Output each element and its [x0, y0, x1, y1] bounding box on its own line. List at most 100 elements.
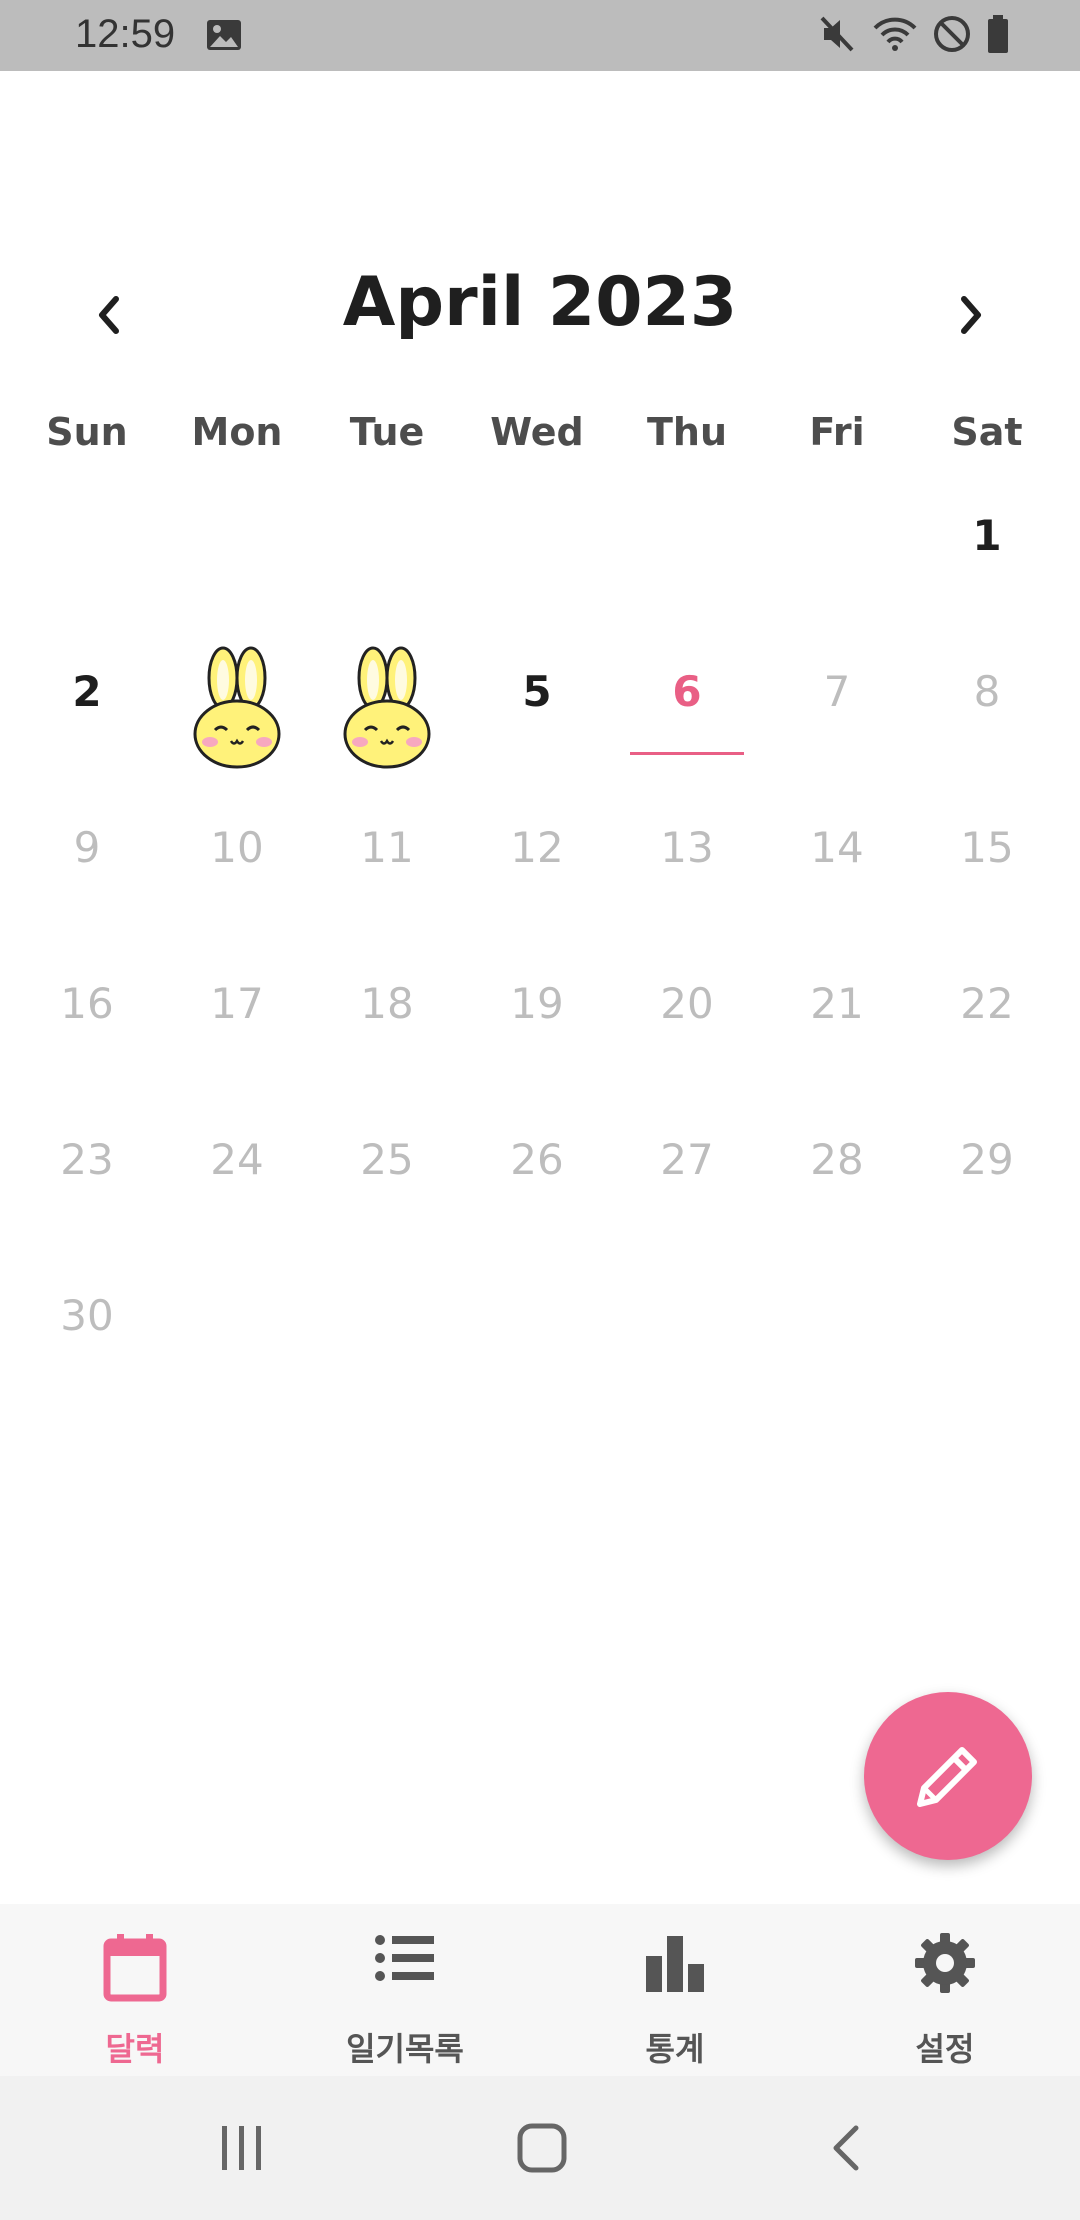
yellow-bunny-icon — [343, 646, 431, 769]
day-number: 1 — [972, 511, 1002, 560]
day-cell-30[interactable]: 30 — [12, 1250, 162, 1406]
day-number: 30 — [60, 1291, 114, 1340]
day-cell-17[interactable]: 17 — [162, 938, 312, 1094]
weekday-header: Sun Mon Tue Wed Thu Fri Sat — [0, 410, 1080, 470]
day-number: 6 — [672, 667, 702, 716]
calendar-grid: 1 2 5 6 7 8 9 10 11 12 13 14 15 16 17 18 19 20 21 22 23 24 25 2… — [0, 470, 1080, 1370]
day-number: 29 — [960, 1135, 1014, 1184]
day-number: 10 — [210, 823, 264, 872]
day-number: 22 — [960, 979, 1014, 1028]
tab-diary-list[interactable]: 일기목록 — [305, 1904, 505, 2076]
tab-stats-label: 통계 — [645, 2030, 705, 2068]
day-number: 18 — [360, 979, 414, 1028]
weekday-sun: Sun — [46, 410, 128, 454]
write-diary-button[interactable] — [864, 1692, 1032, 1860]
day-cell-3[interactable] — [162, 626, 312, 782]
tab-settings[interactable]: 설정 — [845, 1904, 1045, 2076]
day-cell-15[interactable]: 15 — [912, 782, 1062, 938]
day-number: 25 — [360, 1135, 414, 1184]
month-header: April 2023 — [0, 255, 1080, 365]
day-cell-10[interactable]: 10 — [162, 782, 312, 938]
day-number: 21 — [810, 979, 864, 1028]
day-number: 23 — [60, 1135, 114, 1184]
weekday-thu: Thu — [646, 410, 728, 454]
wifi-icon — [872, 14, 918, 58]
tab-settings-label: 설정 — [915, 2030, 975, 2068]
day-cell-5[interactable]: 5 — [462, 626, 612, 782]
bottom-nav: 달력 일기목록 통계 설정 — [0, 1904, 1080, 2076]
day-number: 27 — [660, 1135, 714, 1184]
day-cell-8[interactable]: 8 — [912, 626, 1062, 782]
day-cell-6[interactable]: 6 — [612, 626, 762, 782]
day-number: 14 — [810, 823, 864, 872]
day-number: 8 — [973, 667, 1001, 716]
yellow-bunny-icon — [193, 646, 281, 769]
pencil-icon — [917, 1747, 977, 1807]
day-number: 11 — [360, 823, 414, 872]
day-cell-26[interactable]: 26 — [462, 1094, 612, 1250]
weekday-tue: Tue — [349, 410, 425, 454]
status-bar: 12:59 — [0, 0, 1080, 71]
list-icon — [374, 1932, 436, 1988]
gear-icon — [914, 1932, 976, 1998]
day-number: 9 — [73, 823, 101, 872]
day-cell-11[interactable]: 11 — [312, 782, 462, 938]
tab-diary-list-label: 일기목록 — [346, 2030, 464, 2068]
month-title: April 2023 — [342, 263, 738, 342]
chevron-right-icon — [961, 296, 981, 334]
day-cell-13[interactable]: 13 — [612, 782, 762, 938]
weekday-wed: Wed — [490, 410, 584, 454]
next-month-button[interactable] — [942, 285, 1002, 345]
battery-icon — [986, 14, 1010, 58]
day-number: 12 — [510, 823, 564, 872]
day-cell-19[interactable]: 19 — [462, 938, 612, 1094]
day-number: 26 — [510, 1135, 564, 1184]
day-number: 13 — [660, 823, 714, 872]
bar-chart-icon — [644, 1932, 706, 1998]
tab-stats[interactable]: 통계 — [575, 1904, 775, 2076]
day-cell-24[interactable]: 24 — [162, 1094, 312, 1250]
status-time: 12:59 — [75, 12, 176, 56]
weekday-sat: Sat — [951, 410, 1023, 454]
day-number: 24 — [210, 1135, 264, 1184]
day-number: 28 — [810, 1135, 864, 1184]
day-cell-9[interactable]: 9 — [12, 782, 162, 938]
recent-apps-icon[interactable] — [218, 2120, 266, 2180]
day-number: 5 — [522, 667, 552, 716]
day-cell-7[interactable]: 7 — [762, 626, 912, 782]
day-number: 15 — [960, 823, 1014, 872]
day-cell-1[interactable]: 1 — [912, 470, 1062, 626]
day-cell-22[interactable]: 22 — [912, 938, 1062, 1094]
day-cell-20[interactable]: 20 — [612, 938, 762, 1094]
day-cell-29[interactable]: 29 — [912, 1094, 1062, 1250]
calendar-icon — [103, 1932, 167, 2006]
do-not-disturb-icon — [932, 14, 972, 58]
today-indicator — [630, 752, 744, 755]
tab-calendar-label: 달력 — [105, 2030, 165, 2068]
tab-calendar[interactable]: 달력 — [35, 1904, 235, 2076]
image-icon — [206, 18, 242, 56]
day-number: 20 — [660, 979, 714, 1028]
day-cell-18[interactable]: 18 — [312, 938, 462, 1094]
day-number: 16 — [60, 979, 114, 1028]
day-cell-14[interactable]: 14 — [762, 782, 912, 938]
day-cell-16[interactable]: 16 — [12, 938, 162, 1094]
day-cell-27[interactable]: 27 — [612, 1094, 762, 1250]
day-cell-21[interactable]: 21 — [762, 938, 912, 1094]
mute-icon — [818, 14, 858, 58]
system-nav-bar — [0, 2076, 1080, 2220]
day-cell-28[interactable]: 28 — [762, 1094, 912, 1250]
home-icon[interactable] — [516, 2120, 572, 2180]
day-cell-2[interactable]: 2 — [12, 626, 162, 782]
day-number: 19 — [510, 979, 564, 1028]
weekday-fri: Fri — [809, 410, 865, 454]
day-cell-4[interactable] — [312, 626, 462, 782]
day-number: 7 — [823, 667, 851, 716]
weekday-mon: Mon — [191, 410, 283, 454]
day-cell-12[interactable]: 12 — [462, 782, 612, 938]
day-number: 17 — [210, 979, 264, 1028]
day-number: 2 — [72, 667, 102, 716]
day-cell-23[interactable]: 23 — [12, 1094, 162, 1250]
back-icon[interactable] — [826, 2120, 866, 2180]
day-cell-25[interactable]: 25 — [312, 1094, 462, 1250]
